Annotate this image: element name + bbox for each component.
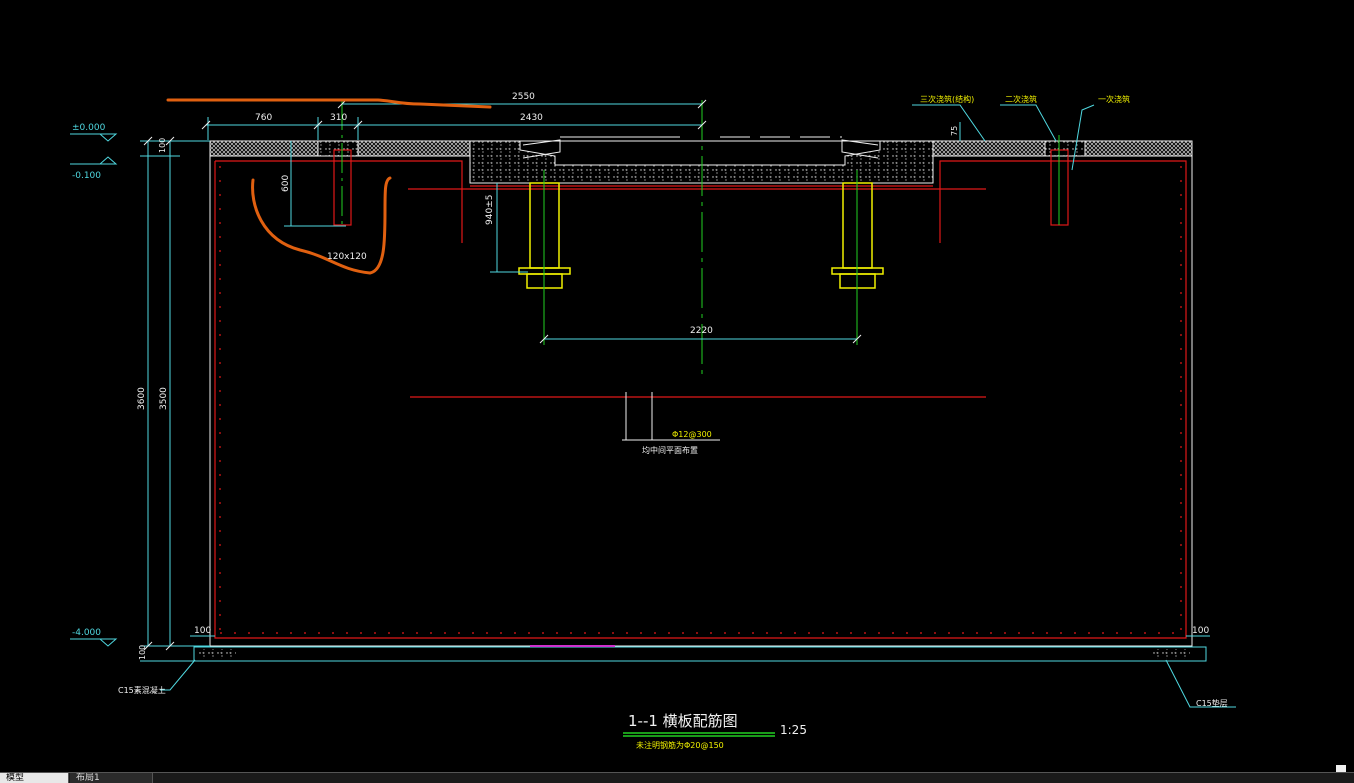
dim-600: 600: [281, 175, 291, 192]
title-note: 未注明钢筋为Φ20@150: [636, 740, 724, 750]
elev-bottom: -4.000: [72, 628, 101, 638]
dim-940: 940±5: [485, 195, 495, 225]
slab-hatch-right: [1084, 140, 1193, 157]
top-slab: [209, 136, 1193, 184]
wall-outline: [209, 141, 1193, 647]
rebar-outer-box: [214, 160, 1187, 639]
dim-100-left: 100: [194, 626, 211, 636]
dim-760: 760: [255, 113, 272, 123]
dimension-lines: [70, 103, 1236, 708]
label-c15-right: C15垫层: [1196, 698, 1228, 708]
elev-top: ±0.000: [72, 123, 106, 133]
reinforcement: [214, 149, 1187, 639]
dim-3500: 3500: [159, 387, 169, 410]
support-piers: [518, 182, 884, 289]
elevation-text: ±0.000 -0.100 -4.000: [72, 123, 106, 638]
title-block-lines: [623, 732, 775, 737]
dim-75: 75: [950, 126, 959, 136]
layout-tab-bar: 模型 布局1: [0, 772, 1354, 783]
markup-line-top: [166, 98, 492, 109]
label-first-pour: 一次浇筑: [1098, 94, 1130, 104]
c15-speck-left: [196, 649, 236, 659]
dim-100-right: 100: [1192, 626, 1209, 636]
dim-100-bottom: 100: [138, 645, 147, 660]
rebar-outer-left-top: [215, 160, 463, 243]
trench-concrete-left: [317, 140, 359, 157]
title-main: 1--1 横板配筋图: [628, 712, 738, 730]
dim-120x120: 120x120: [327, 252, 367, 262]
title-scale: 1:25: [780, 723, 807, 737]
drawing-title: 1--1 横板配筋图 1:25 未注明钢筋为Φ20@150: [628, 712, 807, 750]
label-c15-left: C15素混凝土: [118, 685, 166, 695]
slab-hatch-left: [209, 140, 319, 157]
dim-2430: 2430: [520, 113, 543, 123]
slab-hatch-mid-left: [357, 140, 471, 157]
dim-310: 310: [330, 113, 347, 123]
dim-2220: 2220: [690, 326, 713, 336]
base-layer: [193, 645, 1207, 662]
c15-speck-right: [1150, 649, 1190, 659]
dim-2550: 2550: [512, 92, 535, 102]
label-rebar: Φ12@300: [672, 430, 712, 439]
cad-drawing-canvas[interactable]: 2550 760 310 2430 120x120 2220 100 100 7…: [0, 0, 1354, 782]
c15-base: [193, 646, 1207, 662]
elev-second: -0.100: [72, 171, 101, 181]
label-third-pour: 三次浇筑(结构): [920, 94, 974, 104]
label-rebar-desc: 均中间平面布置: [642, 445, 698, 455]
markup-strokes: [166, 98, 492, 275]
slab-hatch-mid-right: [932, 140, 1046, 157]
dim-3600: 3600: [137, 387, 147, 410]
dim-100-top: 100: [158, 138, 167, 153]
label-second-pour: 二次浇筑: [1005, 94, 1037, 104]
